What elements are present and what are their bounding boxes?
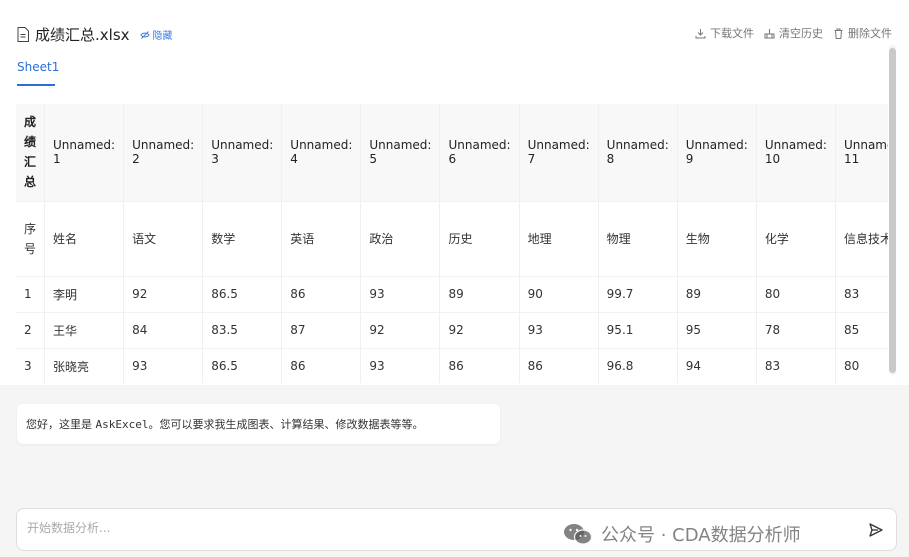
clear-history-label: 清空历史	[779, 27, 823, 40]
table-cell: 张晓亮	[44, 348, 125, 383]
send-icon[interactable]	[868, 522, 884, 538]
table-cell: 3	[16, 348, 46, 383]
sheet-tabs: Sheet1	[17, 60, 59, 86]
table-cell: 86	[281, 276, 362, 313]
column-header: Unnamed: 6	[439, 104, 520, 202]
delete-file-button[interactable]: 删除文件	[833, 25, 892, 41]
table-subheader-row: 序号姓名语文数学英语政治历史地理物理生物化学信息技术体	[16, 201, 888, 277]
table-cell: 83	[835, 276, 888, 313]
table-cell: 87	[281, 312, 362, 349]
hide-label: 隐藏	[152, 31, 173, 42]
watermark-text: 公众号 · CDA数据分析师	[601, 525, 801, 546]
column-subheader: 序号	[16, 201, 46, 277]
table-cell: 94	[677, 348, 757, 383]
table-cell: 96.8	[598, 348, 678, 383]
file-title: 成绩汇总.xlsx 隐藏	[17, 24, 173, 45]
column-header: 成绩汇总	[16, 104, 46, 202]
file-name: 成绩汇总.xlsx	[35, 26, 130, 44]
column-header: Unnamed: 9	[677, 104, 757, 202]
column-header: Unnamed: 3	[202, 104, 283, 202]
document-icon	[17, 27, 29, 42]
table-cell: 99.7	[598, 276, 678, 313]
column-subheader: 地理	[519, 201, 599, 277]
table-cell: 95	[677, 312, 757, 349]
column-subheader: 物理	[598, 201, 678, 277]
column-subheader: 历史	[439, 201, 520, 277]
table-cell: 90	[519, 276, 599, 313]
column-subheader: 数学	[202, 201, 283, 277]
column-header: Unnamed: 1	[44, 104, 125, 202]
column-subheader: 英语	[281, 201, 362, 277]
table-cell: 83.5	[202, 312, 283, 349]
download-label: 下载文件	[710, 27, 754, 40]
download-icon	[695, 28, 706, 38]
table-body: 1李明9286.58693899099.789808392王华8483.5879…	[16, 276, 888, 383]
table-row: 1李明9286.58693899099.78980839	[16, 276, 888, 313]
data-table-container[interactable]: 成绩汇总 Unnamed: 1 Unnamed: 2 Unnamed: 3 Unnamed: 4…	[16, 104, 888, 383]
table-cell: 王华	[44, 312, 125, 349]
column-header: Unnamed: 4	[281, 104, 362, 202]
trash-icon	[834, 28, 843, 39]
column-header: Unnamed: 5	[360, 104, 441, 202]
column-subheader: 生物	[677, 201, 757, 277]
table-cell: 78	[756, 312, 836, 349]
table-cell: 92	[123, 276, 204, 313]
delete-file-label: 删除文件	[848, 27, 892, 40]
table-cell: 92	[360, 312, 441, 349]
greeting-code: AskExcel	[95, 418, 149, 431]
table-cell: 86.5	[202, 348, 283, 383]
table-cell: 80	[835, 348, 888, 383]
table-cell: 93	[123, 348, 204, 383]
table-cell: 95.1	[598, 312, 678, 349]
column-subheader: 政治	[360, 201, 441, 277]
assistant-message: 您好，这里是 AskExcel。您可以要求我生成图表、计算结果、修改数据表等等。	[17, 404, 500, 444]
column-header: Unnamed:11	[835, 104, 888, 202]
column-header: Unnamed: 10	[756, 104, 836, 202]
broom-icon	[764, 28, 775, 38]
column-subheader: 信息技术	[835, 201, 888, 277]
column-header: Unnamed: 7	[519, 104, 599, 202]
table-cell: 93	[519, 312, 599, 349]
file-header: 成绩汇总.xlsx 隐藏 下载文件 清空历史 删除文件	[0, 0, 909, 50]
file-actions: 下载文件 清空历史 删除文件	[695, 25, 892, 41]
column-subheader: 化学	[756, 201, 836, 277]
greeting-prefix: 您好，这里是	[26, 418, 96, 431]
wechat-icon	[564, 524, 593, 545]
table-cell: 93	[360, 276, 441, 313]
table-header-row: 成绩汇总 Unnamed: 1 Unnamed: 2 Unnamed: 3 Unnamed: 4…	[16, 104, 888, 202]
table-cell: 83	[756, 348, 836, 383]
column-subheader: 姓名	[44, 201, 125, 277]
table-cell: 86.5	[202, 276, 283, 313]
data-table: 成绩汇总 Unnamed: 1 Unnamed: 2 Unnamed: 3 Unnamed: 4…	[16, 104, 888, 383]
table-cell: 86	[519, 348, 599, 383]
watermark: 公众号 · CDA数据分析师	[563, 521, 801, 547]
table-cell: 93	[360, 348, 441, 383]
table-cell: 80	[756, 276, 836, 313]
table-cell: 89	[677, 276, 757, 313]
table-cell: 89	[439, 276, 520, 313]
column-header: Unnamed: 8	[598, 104, 678, 202]
table-row: 2王华8483.58792929395.19578858	[16, 312, 888, 349]
eye-off-icon	[139, 30, 150, 39]
table-cell: 1	[16, 276, 46, 313]
table-cell: 86	[281, 348, 362, 383]
table-cell: 85	[835, 312, 888, 349]
vertical-scrollbar-thumb[interactable]	[889, 48, 896, 373]
hide-button[interactable]: 隐藏	[139, 27, 173, 42]
table-cell: 李明	[44, 276, 125, 313]
table-cell: 2	[16, 312, 46, 349]
table-cell: 92	[439, 312, 520, 349]
tab-sheet1[interactable]: Sheet1	[17, 60, 59, 86]
table-cell: 84	[123, 312, 204, 349]
column-header: Unnamed: 2	[123, 104, 204, 202]
clear-history-button[interactable]: 清空历史	[764, 25, 823, 41]
greeting-suffix: 。您可以要求我生成图表、计算结果、修改数据表等等。	[148, 418, 424, 431]
download-button[interactable]: 下载文件	[695, 25, 754, 41]
column-subheader: 语文	[123, 201, 204, 277]
table-cell: 86	[439, 348, 520, 383]
table-row: 3张晓亮9386.58693868696.89483809	[16, 348, 888, 383]
